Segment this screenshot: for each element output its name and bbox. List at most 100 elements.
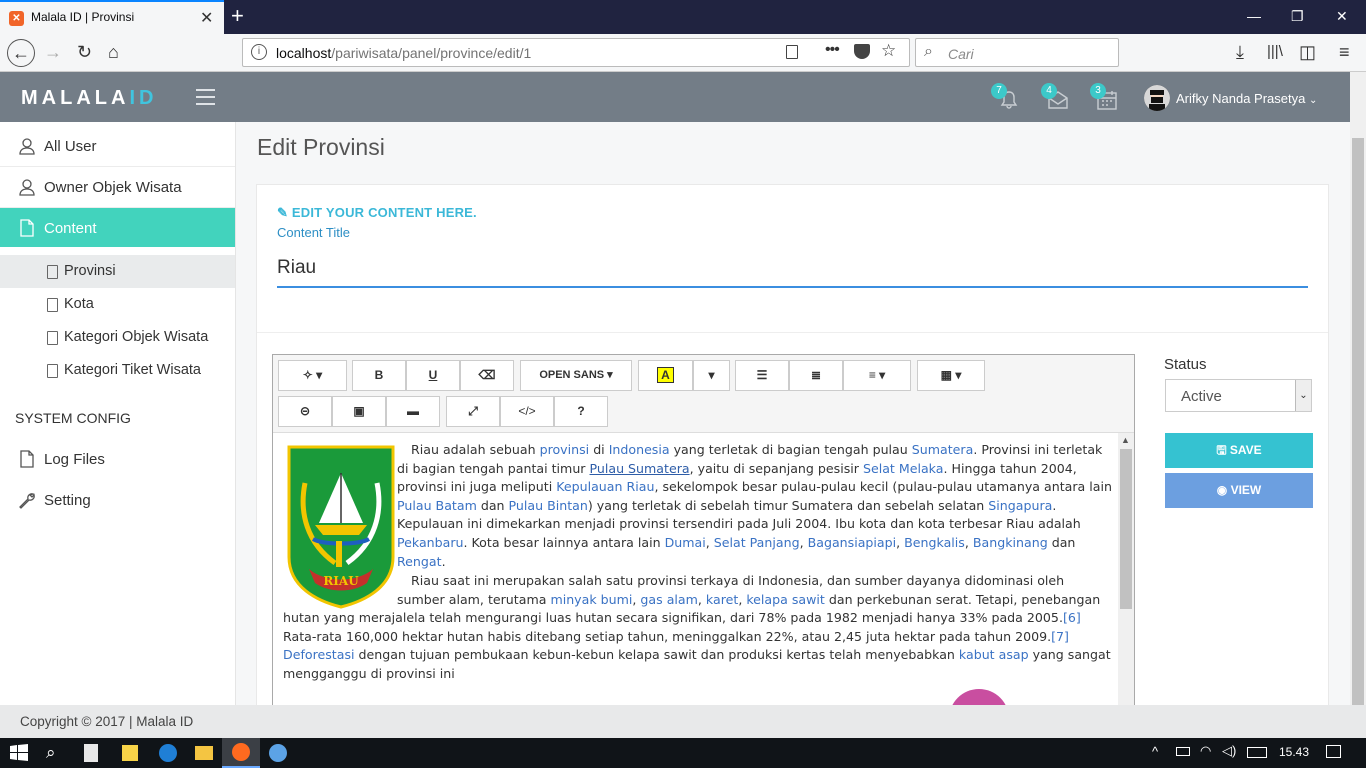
status-select[interactable]: Active ⌄ — [1165, 379, 1312, 412]
keyboard-icon[interactable] — [1247, 747, 1267, 758]
bold-button[interactable]: B — [352, 360, 406, 391]
mail-badge: 4 — [1041, 83, 1057, 99]
minimize-icon[interactable]: — — [1247, 8, 1261, 24]
style-magic-button[interactable]: ✧ ▾ — [278, 360, 347, 391]
back-icon[interactable]: ← — [7, 39, 35, 67]
volume-icon[interactable]: ◁) — [1222, 743, 1236, 759]
content-title-input[interactable] — [277, 250, 1308, 288]
editor-content[interactable]: RIAU Riau adalah sebuah provinsi di Indo… — [273, 433, 1118, 713]
wiki-link[interactable]: kabut asap — [959, 647, 1029, 662]
wiki-link[interactable]: Kepulauan Riau — [556, 479, 654, 494]
text-color-button[interactable]: A — [638, 360, 693, 391]
sidebar-subitem-kategori-tiket-wisata[interactable]: Kategori Tiket Wisata — [0, 354, 235, 387]
firefox-taskbar-button[interactable] — [222, 738, 260, 768]
sidebar-item-owner-objek-wisata[interactable]: Owner Objek Wisata — [0, 167, 235, 208]
browser-search-input[interactable]: ⌕ Cari — [915, 38, 1119, 67]
view-button[interactable]: ◉ VIEW — [1165, 473, 1313, 508]
download-icon[interactable]: ⤓ — [1236, 42, 1244, 62]
app-logo[interactable]: MALALAID — [21, 87, 157, 110]
sidebar-item-setting[interactable]: Setting — [0, 480, 235, 521]
wiki-link[interactable]: Pulau Sumatera — [590, 461, 690, 476]
sidebar-subitem-kategori-objek-wisata[interactable]: Kategori Objek Wisata — [0, 321, 235, 354]
paragraph-align-button[interactable]: ≡ ▾ — [843, 360, 911, 391]
window-close-icon[interactable]: ✕ — [1336, 8, 1348, 25]
browser-globe-icon[interactable] — [159, 744, 177, 762]
bookmark-star-icon[interactable]: ☆ — [881, 41, 896, 61]
avatar[interactable] — [1144, 85, 1170, 111]
unordered-list-button[interactable]: ☰ — [735, 360, 789, 391]
ordered-list-button[interactable]: ≣ — [789, 360, 843, 391]
forward-icon[interactable]: → — [44, 42, 62, 62]
notification-center-icon[interactable] — [1326, 745, 1341, 758]
table-button[interactable]: ▦ ▾ — [917, 360, 985, 391]
page-actions-icon[interactable]: ••• — [825, 41, 840, 59]
wiki-link[interactable]: [7] — [1051, 629, 1069, 644]
help-button[interactable]: ? — [554, 396, 608, 427]
user-menu[interactable]: Arifky Nanda Prasetya ⌄ — [1176, 91, 1317, 106]
chevron-up-icon[interactable]: ^ — [1152, 744, 1158, 759]
wiki-link[interactable]: Singapura — [988, 498, 1052, 513]
wiki-link[interactable]: Pulau Bintan — [509, 498, 588, 513]
sidebar-toggle-icon[interactable]: ◫ — [1299, 42, 1316, 62]
file-explorer-icon[interactable] — [195, 746, 213, 760]
wiki-link[interactable]: Bengkalis — [904, 535, 965, 550]
info-icon[interactable]: i — [251, 44, 267, 60]
browser-tab[interactable]: ✕ Malala ID | Provinsi ✕ — [0, 0, 224, 34]
wiki-link[interactable]: gas alam — [640, 592, 697, 607]
wiki-link[interactable]: kelapa sawit — [746, 592, 825, 607]
wiki-link[interactable]: Bangkinang — [973, 535, 1048, 550]
editor-scrollbar[interactable]: ▲ — [1118, 433, 1134, 713]
link-button[interactable]: ⊝ — [278, 396, 332, 427]
pocket-icon[interactable] — [854, 44, 870, 59]
fullscreen-button[interactable]: ⤢ — [446, 396, 500, 427]
menu-icon[interactable]: ≡ — [1339, 42, 1350, 62]
wiki-link[interactable]: Selat Melaka — [863, 461, 944, 476]
wiki-link[interactable]: Sumatera — [912, 442, 974, 457]
home-icon[interactable]: ⌂ — [108, 42, 119, 62]
wiki-link[interactable]: Bagansiapiapi — [808, 535, 897, 550]
notepad-icon[interactable] — [84, 744, 98, 762]
sidebar-subitem-provinsi[interactable]: Provinsi — [0, 255, 235, 288]
wiki-link[interactable]: provinsi — [540, 442, 590, 457]
wiki-link[interactable]: Rengat — [397, 554, 442, 569]
wiki-link[interactable]: Indonesia — [609, 442, 670, 457]
search-icon[interactable]: ⌕ — [46, 743, 66, 763]
text-color-dropdown[interactable]: ▾ — [693, 360, 730, 391]
wiki-link[interactable]: [6] — [1063, 610, 1081, 625]
reload-icon[interactable]: ↻ — [77, 42, 92, 62]
wiki-link[interactable]: minyak bumi — [550, 592, 632, 607]
underline-button[interactable]: U — [406, 360, 460, 391]
wifi-icon[interactable]: ◠ — [1200, 743, 1211, 759]
battery-icon[interactable] — [1176, 747, 1190, 756]
sidebar-item-content[interactable]: Content — [0, 208, 235, 247]
font-family-select[interactable]: OPEN SANS ▾ — [520, 360, 632, 391]
scroll-up-icon[interactable]: ▲ — [1121, 435, 1130, 445]
sticky-notes-icon[interactable] — [122, 745, 138, 761]
sidebar-subitem-kota[interactable]: Kota — [0, 288, 235, 321]
video-button[interactable]: ▬ — [386, 396, 440, 427]
sidebar-item-all-user[interactable]: All User — [0, 126, 235, 167]
library-icon[interactable]: |||\ — [1267, 42, 1283, 62]
document-icon — [20, 450, 34, 468]
windows-start-icon[interactable] — [9, 743, 29, 763]
app-icon[interactable] — [269, 744, 287, 762]
wiki-link[interactable]: Dumai — [665, 535, 706, 550]
url-bar[interactable]: i localhost/pariwisata/panel/province/ed… — [242, 38, 910, 67]
close-tab-icon[interactable]: ✕ — [200, 8, 213, 28]
wiki-link[interactable]: karet — [706, 592, 738, 607]
reader-view-icon[interactable] — [786, 45, 798, 59]
wiki-link[interactable]: Pekanbaru — [397, 535, 464, 550]
picture-button[interactable]: ▣ — [332, 396, 386, 427]
wiki-link[interactable]: Deforestasi — [283, 647, 355, 662]
wiki-link[interactable]: Pulau Batam — [397, 498, 477, 513]
save-button[interactable]: 🖫 SAVE — [1165, 433, 1313, 468]
wiki-link[interactable]: Selat Panjang — [714, 535, 800, 550]
eraser-icon[interactable]: ⌫ — [460, 360, 514, 391]
new-tab-icon[interactable]: + — [231, 3, 244, 29]
sidebar-item-log-files[interactable]: Log Files — [0, 439, 235, 480]
hamburger-menu-icon[interactable] — [196, 89, 215, 110]
code-view-button[interactable]: </> — [500, 396, 554, 427]
restore-icon[interactable]: ❐ — [1291, 8, 1304, 25]
page-scrollbar[interactable] — [1350, 72, 1366, 723]
document-icon — [47, 298, 58, 312]
